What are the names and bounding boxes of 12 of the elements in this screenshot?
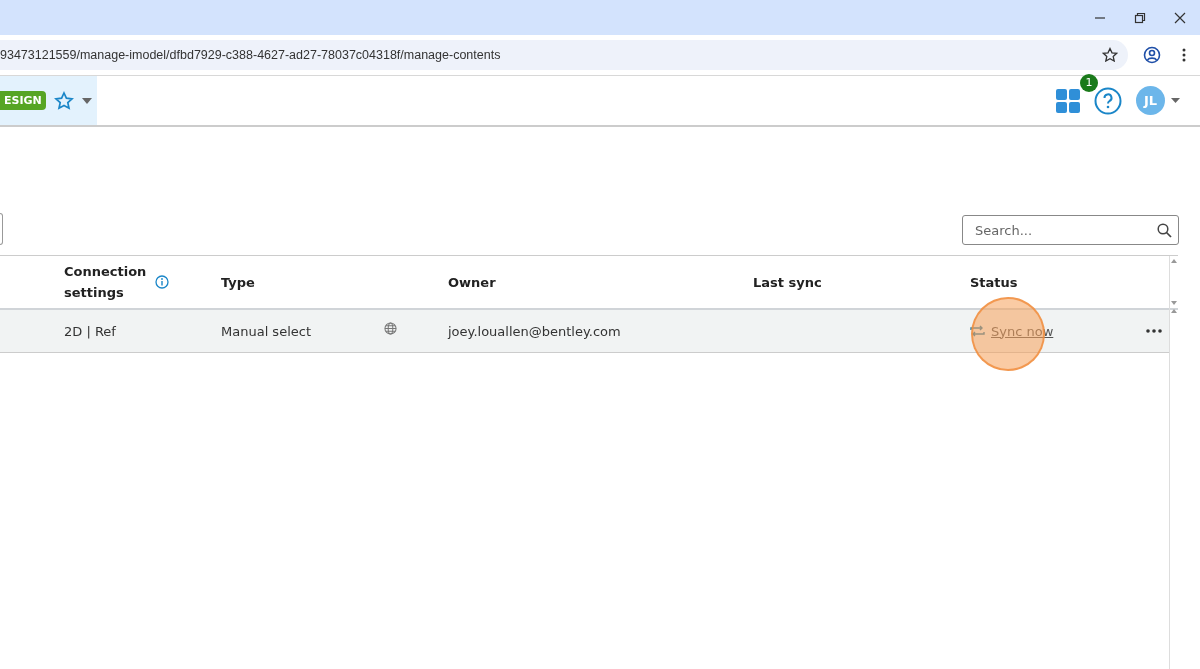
column-header: Type — [221, 273, 255, 292]
search-field[interactable]: Search... — [962, 215, 1179, 245]
table-cell: 2D | Ref — [64, 323, 116, 339]
address-bar[interactable]: 93473121559/manage-imodel/dfbd7929-c388-4627-ad27-78037c04318f/manage-contents — [0, 40, 1128, 70]
search-input[interactable]: Search... — [973, 221, 1157, 239]
column-header: Last sync — [753, 273, 822, 292]
table-cell: joey.louallen@bentley.com — [448, 323, 621, 339]
column-header: Status — [970, 273, 1018, 292]
status-badge: ESIGN — [0, 91, 46, 110]
column-header: Owner — [448, 273, 496, 292]
table-cell: Manual select — [221, 323, 311, 339]
column-header: Connection settings — [64, 263, 148, 302]
